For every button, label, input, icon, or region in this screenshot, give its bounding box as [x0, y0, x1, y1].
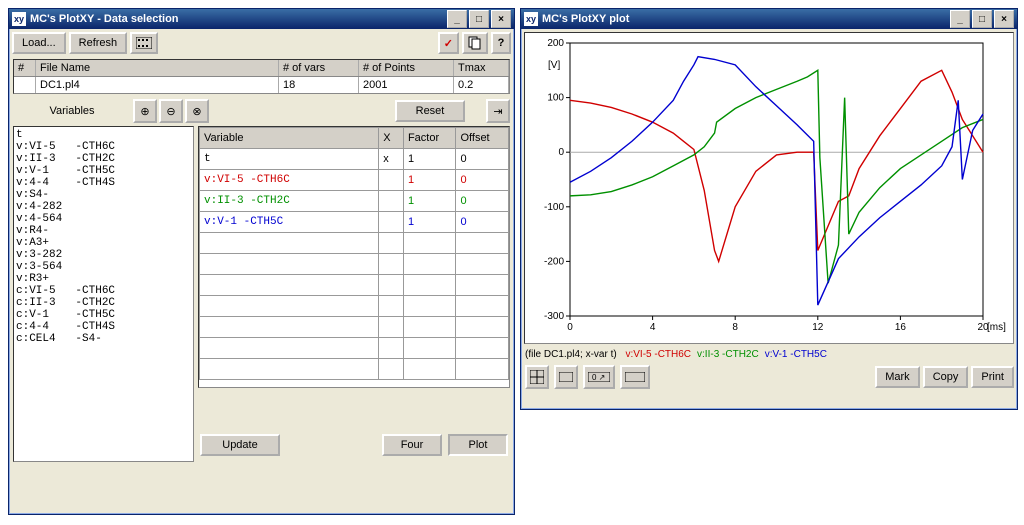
single-pane-icon-button[interactable]: [554, 365, 578, 389]
files-table: # File Name # of vars # of Points Tmax D…: [13, 59, 510, 94]
svg-text:[ms]: [ms]: [987, 322, 1006, 333]
film-icon-button[interactable]: [130, 32, 158, 54]
variable-item[interactable]: v:A3+: [16, 237, 191, 249]
variable-item[interactable]: c:II-3 -CTH2C: [16, 297, 191, 309]
col-name[interactable]: File Name: [36, 60, 279, 76]
print-button[interactable]: Print: [971, 366, 1014, 388]
titlebar: xy MC's PlotXY - Data selection _ □ ×: [9, 9, 514, 29]
plot-svg: -300-200-1000100200048121620[V][ms]: [525, 33, 1013, 341]
variable-item[interactable]: v:V-1 -CTH5C: [16, 165, 191, 177]
close-button[interactable]: ×: [994, 10, 1014, 28]
clear-button[interactable]: ⊗: [185, 99, 209, 123]
plot-area: -300-200-1000100200048121620[V][ms]: [524, 32, 1014, 344]
variable-item[interactable]: v:3-282: [16, 249, 191, 261]
col-num[interactable]: #: [14, 60, 36, 76]
app-icon: xy: [524, 12, 538, 26]
variables-label: Variables: [12, 105, 132, 117]
svg-text:200: 200: [547, 38, 564, 49]
variable-item[interactable]: v:S4-: [16, 189, 191, 201]
col-points[interactable]: # of Points: [359, 60, 454, 76]
maximize-button[interactable]: □: [469, 10, 489, 28]
selected-row-empty[interactable]: [200, 233, 509, 254]
svg-text:0: 0: [567, 322, 573, 333]
plot-window: xy MC's PlotXY plot _ □ × -300 -200 -100 0 1…: [520, 8, 1018, 410]
reset-button[interactable]: Reset: [395, 100, 465, 122]
svg-text:-200: -200: [544, 256, 564, 267]
window-title: MC's PlotXY plot: [542, 13, 629, 25]
files-header: # File Name # of vars # of Points Tmax: [14, 60, 509, 77]
plot-button[interactable]: Plot: [448, 434, 508, 456]
selected-row-empty[interactable]: [200, 254, 509, 275]
data-selection-window: xy MC's PlotXY - Data selection _ □ × Lo…: [8, 8, 515, 515]
close-button[interactable]: ×: [491, 10, 511, 28]
col-vars[interactable]: # of vars: [279, 60, 359, 76]
help-button[interactable]: ?: [491, 32, 511, 54]
variable-item[interactable]: c:4-4 -CTH4S: [16, 321, 191, 333]
variable-item[interactable]: c:V-1 -CTH5C: [16, 309, 191, 321]
copy-icon-button[interactable]: [462, 32, 488, 54]
selected-row-empty[interactable]: [200, 296, 509, 317]
update-button[interactable]: Update: [200, 434, 280, 456]
svg-text:4: 4: [650, 322, 656, 333]
selected-row-empty[interactable]: [200, 359, 509, 380]
selected-table: Variable X Factor Offset tx10v:VI-5 -CTH…: [198, 126, 510, 388]
load-button[interactable]: Load...: [12, 32, 66, 54]
selected-row-empty[interactable]: [200, 338, 509, 359]
col-tmax[interactable]: Tmax: [454, 60, 509, 76]
grid-icon-button[interactable]: [525, 365, 549, 389]
main-toolbar: Load... Refresh ✓ ?: [9, 29, 514, 57]
plot-legend: (file DC1.pl4; x-var t) v:VI-5 -CTH6Cv:I…: [521, 347, 1017, 362]
variable-item[interactable]: v:II-3 -CTH2C: [16, 153, 191, 165]
selected-row-empty[interactable]: [200, 317, 509, 338]
maximize-button[interactable]: □: [972, 10, 992, 28]
refresh-button[interactable]: Refresh: [69, 32, 128, 54]
svg-text:0: 0: [558, 147, 564, 158]
wide-pane-icon-button[interactable]: [620, 365, 650, 389]
window-title: MC's PlotXY - Data selection: [30, 13, 179, 25]
variable-item[interactable]: v:4-4 -CTH4S: [16, 177, 191, 189]
svg-text:100: 100: [547, 93, 564, 104]
selected-row[interactable]: tx10: [200, 149, 509, 170]
copy-button[interactable]: Copy: [923, 366, 969, 388]
selected-row-empty[interactable]: [200, 275, 509, 296]
selected-row[interactable]: v:V-1 -CTH5C10: [200, 212, 509, 233]
variable-item[interactable]: v:VI-5 -CTH6C: [16, 141, 191, 153]
file-row[interactable]: DC1.pl4 18 2001 0.2: [14, 77, 509, 93]
plot-toolbar: 0 ↗ Mark Copy Print: [521, 362, 1017, 392]
selected-header: Variable X Factor Offset: [200, 128, 509, 149]
svg-text:-100: -100: [544, 202, 564, 213]
variables-list[interactable]: tv:VI-5 -CTH6Cv:II-3 -CTH2Cv:V-1 -CTH5Cv…: [13, 126, 194, 462]
variable-item[interactable]: c:CEL4 -S4-: [16, 333, 191, 345]
variable-item[interactable]: v:4-564: [16, 213, 191, 225]
variables-toolbar: Variables ⊕ ⊖ ⊗ Reset ⇥: [9, 96, 514, 126]
variable-item[interactable]: v:R4-: [16, 225, 191, 237]
mark-button[interactable]: Mark: [875, 366, 919, 388]
minimize-button[interactable]: _: [447, 10, 467, 28]
remove-button[interactable]: ⊖: [159, 99, 183, 123]
svg-text:12: 12: [812, 322, 824, 333]
range-icon-button[interactable]: 0 ↗: [583, 365, 615, 389]
selected-row[interactable]: v:II-3 -CTH2C10: [200, 191, 509, 212]
minimize-button[interactable]: _: [950, 10, 970, 28]
variable-item[interactable]: v:R3+: [16, 273, 191, 285]
svg-text:0 ↗: 0 ↗: [592, 373, 605, 382]
check-icon-button[interactable]: ✓: [438, 32, 459, 54]
variable-item[interactable]: c:VI-5 -CTH6C: [16, 285, 191, 297]
variable-item[interactable]: v:3-564: [16, 261, 191, 273]
svg-text:16: 16: [895, 322, 907, 333]
titlebar: xy MC's PlotXY plot _ □ ×: [521, 9, 1017, 29]
four-button[interactable]: Four: [382, 434, 442, 456]
add-button[interactable]: ⊕: [133, 99, 157, 123]
app-icon: xy: [12, 12, 26, 26]
svg-text:8: 8: [732, 322, 738, 333]
svg-text:[V]: [V]: [548, 60, 560, 71]
variable-item[interactable]: t: [16, 129, 191, 141]
variable-item[interactable]: v:4-282: [16, 201, 191, 213]
expand-icon-button[interactable]: ⇥: [486, 99, 510, 123]
svg-text:-300: -300: [544, 311, 564, 322]
selected-row[interactable]: v:VI-5 -CTH6C10: [200, 170, 509, 191]
